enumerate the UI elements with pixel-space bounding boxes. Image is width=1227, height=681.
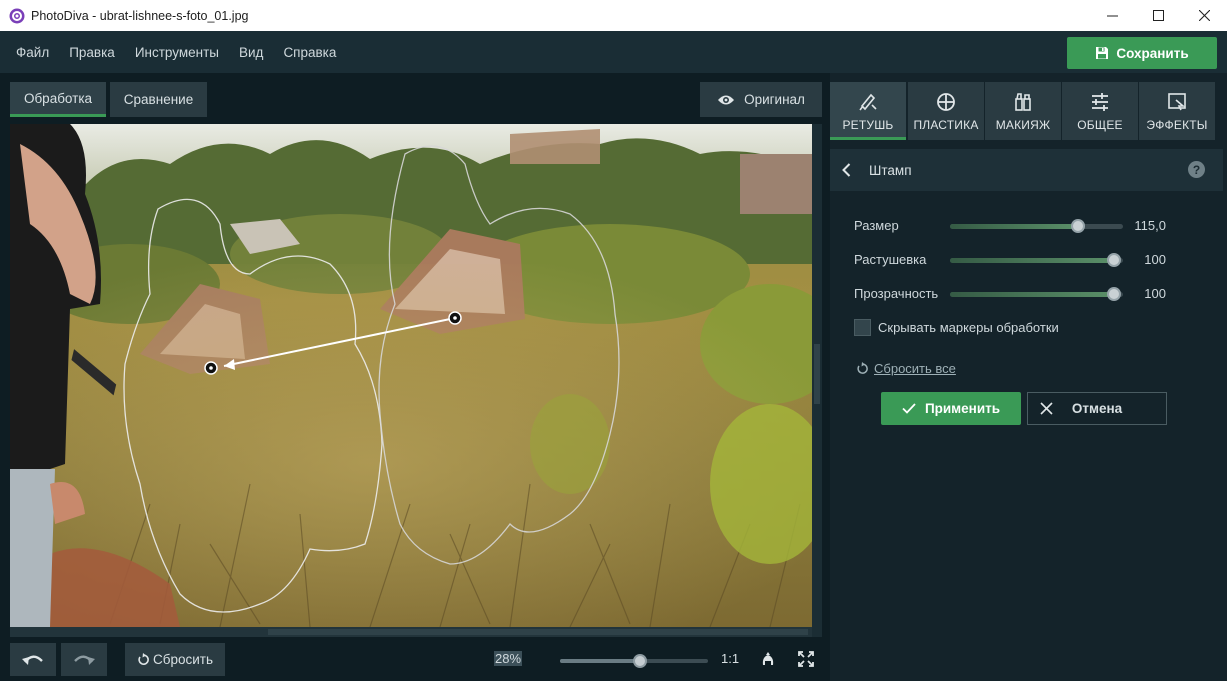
zoom-slider-handle[interactable] <box>632 654 647 668</box>
stamp-section-header: Штамп ? <box>830 149 1223 191</box>
floppy-disk-icon <box>1096 47 1109 59</box>
close-button[interactable] <box>1181 0 1227 31</box>
param-opacity-label: Прозрачность <box>854 286 939 301</box>
workspace: Обработка Сравнение Оригинал Сбросить 28… <box>0 73 830 681</box>
effects-frame-icon <box>1168 93 1186 111</box>
menu-help[interactable]: Справка <box>283 45 336 60</box>
param-size-label: Размер <box>854 218 899 233</box>
fullscreen-icon <box>798 651 814 667</box>
horizontal-scrollbar[interactable] <box>10 627 812 637</box>
tab-makeup[interactable]: МАКИЯЖ <box>985 82 1061 140</box>
checkmark-icon <box>902 403 916 414</box>
save-button[interactable]: Сохранить <box>1067 37 1217 69</box>
redo-icon <box>74 655 95 665</box>
tools-panel: РЕТУШЬ ПЛАСТИКА МАКИЯЖ ОБЩЕЕ ЭФФЕКТЫ Шта… <box>830 73 1227 681</box>
apply-button-label: Применить <box>924 401 1001 416</box>
tab-general[interactable]: ОБЩЕЕ <box>1062 82 1138 140</box>
size-slider[interactable] <box>950 219 1123 233</box>
plastic-target-icon <box>937 93 955 111</box>
fullscreen-button[interactable] <box>795 648 817 670</box>
retouch-brush-icon <box>859 93 877 111</box>
reset-all-link[interactable]: Сбросить все <box>856 361 956 376</box>
save-button-label: Сохранить <box>1116 45 1189 61</box>
apply-button[interactable]: Применить <box>881 392 1021 425</box>
hide-markers-label: Скрывать маркеры обработки <box>878 320 1059 335</box>
maximize-button[interactable] <box>1135 0 1181 31</box>
title-bar: PhotoDiva - ubrat-lishnee-s-foto_01.jpg <box>0 0 1227 31</box>
fit-view-button[interactable] <box>757 648 779 670</box>
menu-edit[interactable]: Правка <box>69 45 115 60</box>
minimize-button[interactable] <box>1089 0 1135 31</box>
hide-markers-checkbox[interactable] <box>854 319 871 336</box>
param-opacity-value: 100 <box>1144 286 1166 301</box>
photo-image <box>10 124 812 627</box>
help-icon[interactable]: ? <box>1188 161 1205 178</box>
menu-view[interactable]: Вид <box>239 45 263 60</box>
photodiva-logo-icon <box>9 8 25 23</box>
menu-bar: Файл Правка Инструменты Вид Справка Сохр… <box>0 31 1227 73</box>
reset-button[interactable]: Сбросить <box>125 643 225 676</box>
eye-icon <box>718 95 735 104</box>
tab-processing-label: Обработка <box>23 90 93 106</box>
param-size-value: 115,0 <box>1134 218 1166 233</box>
close-icon <box>1198 10 1210 21</box>
tab-effects[interactable]: ЭФФЕКТЫ <box>1139 82 1215 140</box>
zoom-slider[interactable] <box>560 654 708 668</box>
chevron-left-icon[interactable] <box>842 163 851 177</box>
tab-comparison-label: Сравнение <box>123 92 194 107</box>
photo-canvas[interactable] <box>10 124 812 627</box>
makeup-bottles-icon <box>1015 93 1031 111</box>
param-feather-value: 100 <box>1144 252 1166 267</box>
feather-slider-handle[interactable] <box>1107 253 1122 267</box>
maximize-icon <box>1152 10 1164 21</box>
undo-icon <box>22 655 43 665</box>
close-icon <box>1040 402 1053 415</box>
original-button[interactable]: Оригинал <box>700 82 822 117</box>
menu-tools[interactable]: Инструменты <box>135 45 219 60</box>
section-title: Штамп <box>869 162 912 178</box>
minimize-icon <box>1106 15 1118 17</box>
window-title: PhotoDiva - ubrat-lishnee-s-foto_01.jpg <box>31 8 249 23</box>
opacity-slider[interactable] <box>950 287 1123 301</box>
redo-button[interactable] <box>61 643 107 676</box>
zoom-percent: 28% <box>494 651 523 666</box>
original-button-label: Оригинал <box>744 92 805 107</box>
opacity-slider-handle[interactable] <box>1107 287 1122 301</box>
reset-arrow-icon <box>857 362 868 374</box>
tab-comparison[interactable]: Сравнение <box>110 82 207 117</box>
cancel-button-label: Отмена <box>1071 401 1123 416</box>
actual-size-button[interactable]: 1:1 <box>721 651 739 666</box>
undo-button[interactable] <box>10 643 56 676</box>
fit-view-icon <box>762 652 774 665</box>
feather-slider[interactable] <box>950 253 1123 267</box>
reset-button-label: Сбросить <box>152 652 213 667</box>
vertical-scrollbar[interactable] <box>812 124 822 637</box>
menu-file[interactable]: Файл <box>16 45 49 60</box>
tab-processing[interactable]: Обработка <box>10 82 106 117</box>
size-slider-handle[interactable] <box>1071 219 1086 233</box>
reset-arrow-icon <box>138 653 149 665</box>
tab-plastic[interactable]: ПЛАСТИКА <box>908 82 984 140</box>
cancel-button[interactable]: Отмена <box>1027 392 1167 425</box>
sliders-icon <box>1092 93 1108 111</box>
param-feather-label: Растушевка <box>854 252 927 267</box>
tab-retouch[interactable]: РЕТУШЬ <box>830 82 906 140</box>
